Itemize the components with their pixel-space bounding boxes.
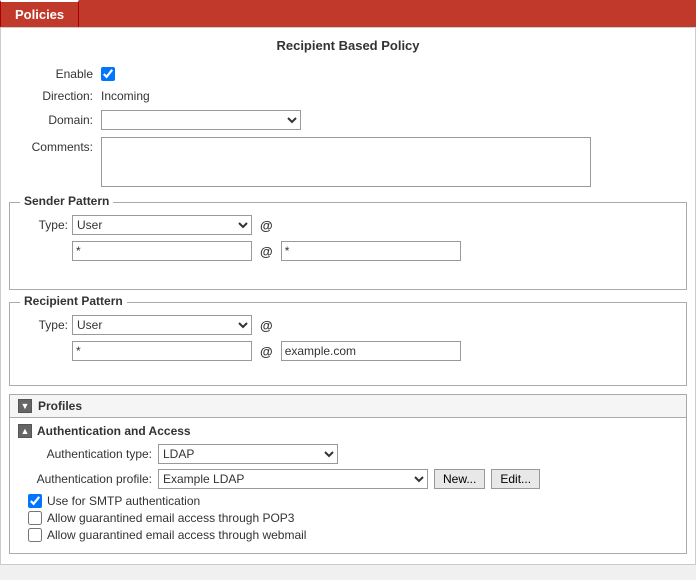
domain-label: Domain: [11, 113, 101, 127]
recipient-at2: @ [256, 344, 277, 359]
recipient-at1: @ [256, 318, 277, 333]
policies-tab[interactable]: Policies [0, 0, 79, 27]
comments-label: Comments: [11, 137, 101, 154]
auth-profile-label: Authentication profile: [22, 472, 152, 486]
auth-profile-select[interactable]: Example LDAP [158, 469, 428, 489]
enable-checkbox[interactable] [101, 67, 115, 81]
direction-label: Direction: [11, 89, 101, 103]
webmail-label: Allow guarantined email access through w… [47, 528, 306, 542]
smtp-label: Use for SMTP authentication [47, 494, 200, 508]
sender-at2: @ [256, 244, 277, 259]
sender-domain-input[interactable] [281, 241, 461, 261]
auth-access-header: ▲ Authentication and Access [18, 424, 678, 438]
new-button[interactable]: New... [434, 469, 485, 489]
auth-access-legend: Authentication and Access [37, 424, 191, 438]
recipient-type-label: Type: [30, 318, 68, 332]
edit-button[interactable]: Edit... [491, 469, 540, 489]
profiles-legend: Profiles [38, 399, 82, 413]
enable-label: Enable [11, 67, 101, 81]
direction-value: Incoming [101, 89, 150, 103]
recipient-user-input[interactable] [72, 341, 252, 361]
sender-at1: @ [256, 218, 277, 233]
sender-pattern-legend: Sender Pattern [20, 194, 113, 208]
webmail-checkbox[interactable] [28, 528, 42, 542]
auth-type-select[interactable]: LDAP None Active Directory [158, 444, 338, 464]
auth-type-label: Authentication type: [22, 447, 152, 461]
recipient-pattern-legend: Recipient Pattern [20, 294, 127, 308]
sender-type-select[interactable]: User Group Domain [72, 215, 252, 235]
pop3-label: Allow guarantined email access through P… [47, 511, 294, 525]
recipient-domain-input[interactable] [281, 341, 461, 361]
profiles-collapse-icon[interactable]: ▼ [18, 399, 32, 413]
domain-select[interactable] [101, 110, 301, 130]
auth-collapse-icon[interactable]: ▲ [18, 424, 32, 438]
page-title: Recipient Based Policy [1, 38, 695, 53]
comments-textarea[interactable] [101, 137, 591, 187]
pop3-checkbox[interactable] [28, 511, 42, 525]
sender-user-input[interactable] [72, 241, 252, 261]
sender-type-label: Type: [30, 218, 68, 232]
recipient-type-select[interactable]: User Group Domain [72, 315, 252, 335]
smtp-checkbox[interactable] [28, 494, 42, 508]
